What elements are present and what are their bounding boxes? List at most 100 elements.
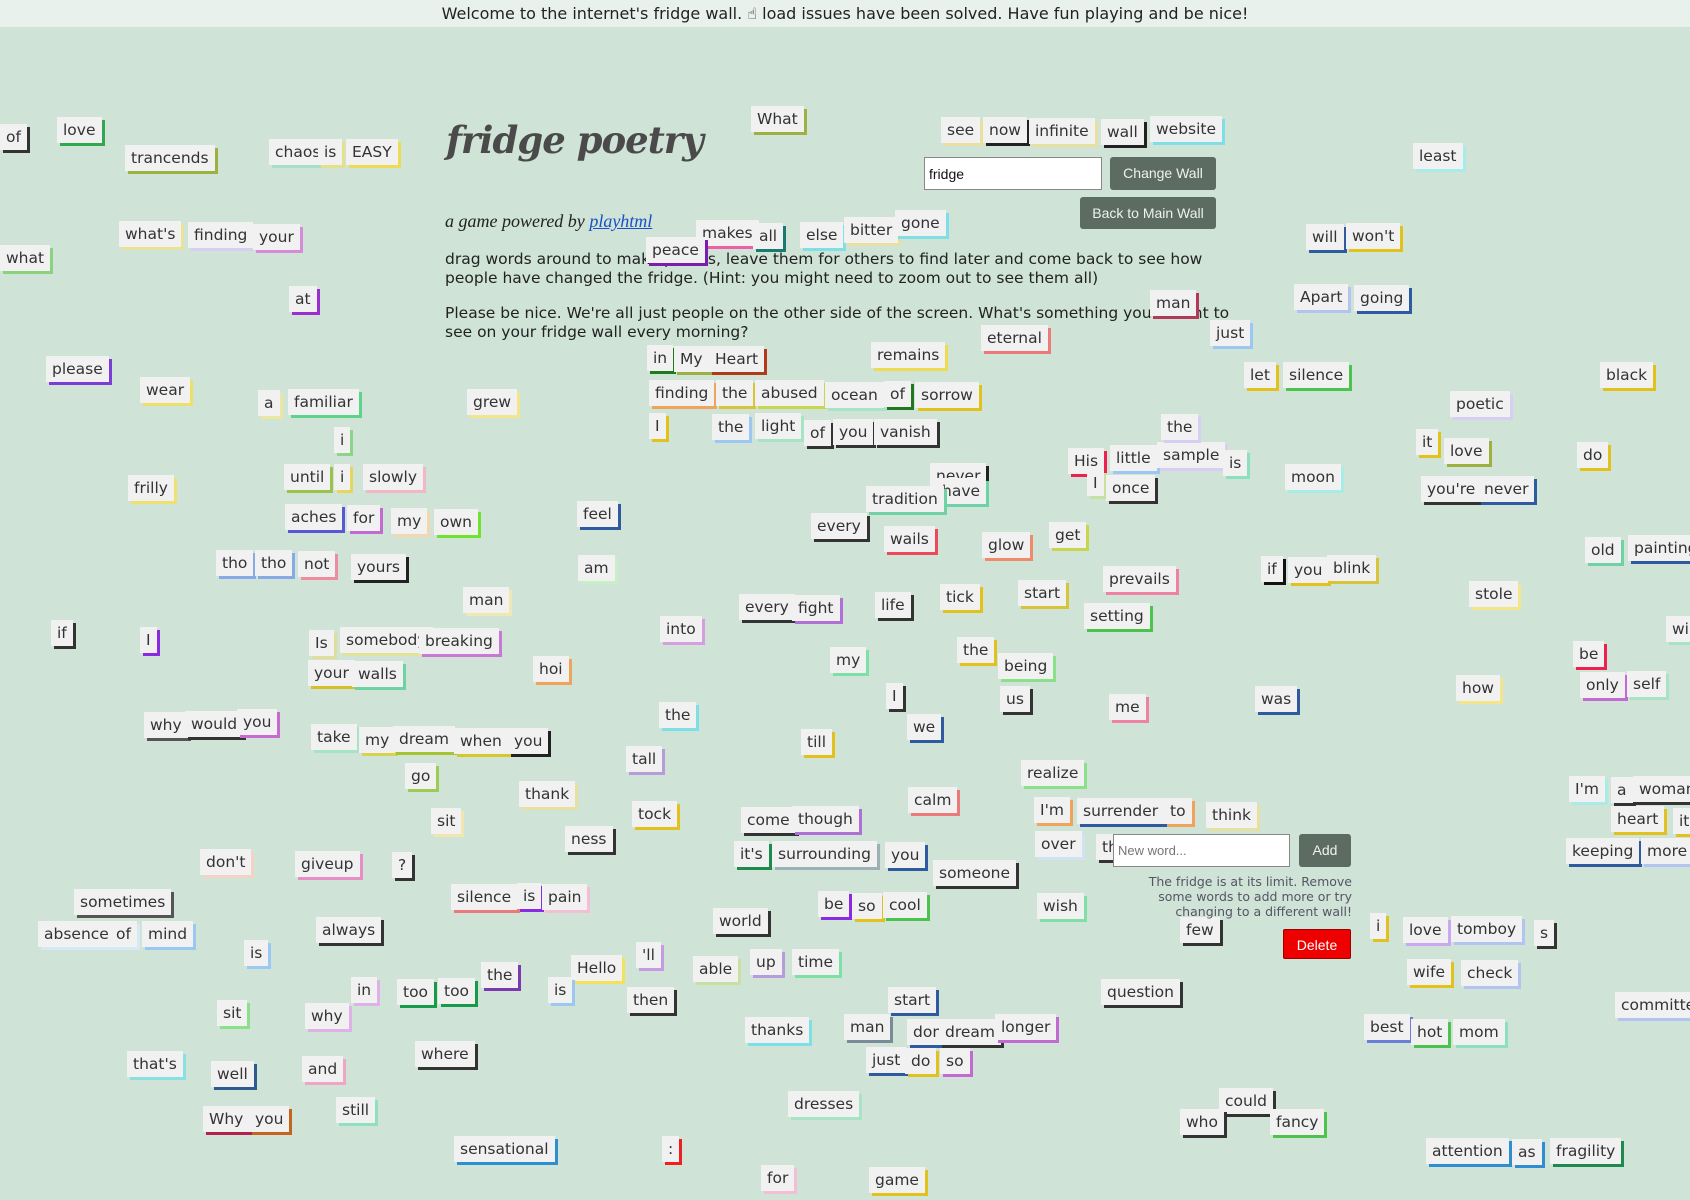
word-tile[interactable]: let	[1244, 362, 1276, 388]
word-tile[interactable]: thanks	[745, 1017, 810, 1043]
word-tile[interactable]: a	[1611, 777, 1633, 803]
word-tile[interactable]: finding	[188, 222, 254, 248]
word-tile[interactable]: why	[305, 1003, 349, 1029]
word-tile[interactable]: light	[755, 413, 802, 439]
word-tile[interactable]: stole	[1469, 581, 1519, 607]
word-tile[interactable]: silence	[451, 884, 518, 910]
word-tile[interactable]: black	[1600, 362, 1654, 388]
word-tile[interactable]: longer	[995, 1014, 1057, 1040]
word-tile[interactable]: it	[1673, 808, 1690, 834]
word-tile[interactable]: grew	[467, 389, 518, 415]
word-tile[interactable]: is	[548, 977, 573, 1003]
word-tile[interactable]: be	[818, 891, 850, 917]
word-tile[interactable]: for	[347, 505, 381, 531]
word-tile[interactable]: more	[1641, 838, 1690, 864]
word-tile[interactable]: realize	[1021, 760, 1085, 786]
new-word-input[interactable]	[1113, 834, 1290, 867]
word-tile[interactable]: wife	[1407, 959, 1451, 985]
word-tile[interactable]: sit	[431, 808, 462, 834]
word-tile[interactable]: check	[1461, 960, 1519, 986]
word-tile[interactable]: setting	[1084, 603, 1150, 629]
word-tile[interactable]: don't	[200, 849, 252, 875]
word-tile[interactable]: familiar	[288, 389, 359, 415]
word-tile[interactable]: love	[1444, 438, 1489, 464]
word-tile[interactable]: least	[1413, 143, 1463, 169]
word-tile[interactable]: pain	[542, 884, 588, 910]
word-tile[interactable]: own	[434, 509, 478, 535]
word-tile[interactable]: I	[886, 683, 903, 709]
word-tile[interactable]: thank	[519, 781, 576, 807]
word-tile[interactable]: think	[1206, 802, 1258, 828]
word-tile[interactable]: my	[359, 727, 396, 753]
word-tile[interactable]: every	[739, 594, 795, 620]
word-tile[interactable]: I	[649, 413, 666, 439]
word-tile[interactable]: Why	[203, 1106, 250, 1132]
word-tile[interactable]: hoi	[533, 656, 569, 682]
word-tile[interactable]: where	[415, 1041, 475, 1067]
word-tile[interactable]: your	[253, 224, 300, 250]
word-tile[interactable]: see	[941, 117, 981, 143]
word-tile[interactable]: you	[885, 842, 926, 868]
word-tile[interactable]: when	[454, 728, 508, 754]
word-tile[interactable]: sensational	[454, 1136, 555, 1162]
word-tile[interactable]: fancy	[1270, 1109, 1325, 1135]
word-tile[interactable]: if	[51, 620, 73, 646]
word-tile[interactable]: frilly	[128, 475, 174, 501]
word-tile[interactable]: sometimes	[74, 889, 172, 915]
word-tile[interactable]: please	[46, 356, 109, 382]
word-tile[interactable]: of	[110, 921, 137, 947]
word-tile[interactable]: Hello	[571, 955, 623, 981]
word-tile[interactable]: gone	[895, 210, 946, 236]
word-tile[interactable]: still	[336, 1097, 376, 1123]
word-tile[interactable]: eternal	[981, 325, 1048, 351]
word-tile[interactable]: tock	[632, 801, 678, 827]
word-tile[interactable]: breaking	[419, 628, 499, 654]
word-tile[interactable]: s	[1534, 920, 1555, 946]
word-tile[interactable]: man	[463, 587, 510, 613]
word-tile[interactable]: giveup	[295, 851, 360, 877]
word-tile[interactable]: able	[693, 956, 739, 982]
word-tile[interactable]: start	[888, 987, 937, 1013]
word-tile[interactable]: I'm	[1034, 797, 1070, 823]
word-tile[interactable]: abused	[755, 380, 824, 406]
word-tile[interactable]: vanish	[874, 419, 937, 445]
word-tile[interactable]: glow	[982, 532, 1031, 558]
word-tile[interactable]: of	[804, 420, 831, 446]
word-tile[interactable]: fragility	[1550, 1138, 1622, 1164]
word-tile[interactable]: mom	[1453, 1019, 1505, 1045]
word-tile[interactable]: yours	[351, 554, 406, 580]
word-tile[interactable]: hot	[1411, 1019, 1449, 1045]
word-tile[interactable]: it	[1416, 429, 1439, 455]
word-tile[interactable]: well	[211, 1061, 254, 1087]
word-tile[interactable]: ?	[392, 852, 413, 878]
word-tile[interactable]: every	[811, 513, 867, 539]
word-tile[interactable]: man	[844, 1014, 891, 1040]
word-tile[interactable]: tall	[626, 746, 663, 772]
word-tile[interactable]: woman	[1633, 776, 1690, 802]
word-tile[interactable]: would	[185, 711, 244, 737]
word-tile[interactable]: once	[1106, 475, 1156, 501]
word-tile[interactable]: you	[833, 419, 874, 445]
word-tile[interactable]: makes	[696, 220, 759, 246]
word-tile[interactable]: wall	[1101, 119, 1144, 145]
word-tile[interactable]: calm	[908, 787, 958, 813]
word-tile[interactable]: at	[289, 286, 317, 312]
word-tile[interactable]: blink	[1327, 555, 1377, 581]
word-tile[interactable]: game	[869, 1167, 925, 1193]
word-tile[interactable]: dream	[393, 726, 456, 752]
word-tile[interactable]: to	[1164, 798, 1192, 824]
word-tile[interactable]: walls	[352, 661, 403, 687]
word-tile[interactable]: until	[284, 464, 331, 490]
word-tile[interactable]: the	[481, 962, 519, 988]
word-tile[interactable]: all	[753, 223, 784, 249]
word-tile[interactable]: surrounding	[772, 841, 877, 867]
word-tile[interactable]: infinite	[1029, 118, 1095, 144]
word-tile[interactable]: not	[298, 551, 336, 577]
word-tile[interactable]: my	[391, 508, 428, 534]
word-tile[interactable]: :	[662, 1136, 680, 1162]
word-tile[interactable]: website	[1150, 116, 1223, 142]
word-tile[interactable]: is	[318, 139, 343, 165]
word-tile[interactable]: till	[801, 729, 832, 755]
word-tile[interactable]: though	[792, 806, 859, 832]
word-tile[interactable]: just	[866, 1047, 907, 1073]
